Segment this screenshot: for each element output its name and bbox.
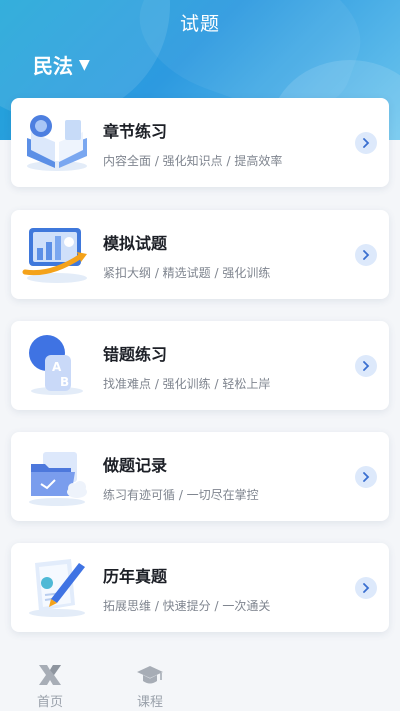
card-title: 做题记录 [103, 456, 168, 475]
svg-text:A: A [52, 360, 62, 374]
card-description: 找准难点 / 强化训练 / 轻松上岸 [103, 377, 271, 391]
open-book-icon [27, 115, 87, 171]
folder-cloud-icon [29, 452, 87, 506]
card-description: 内容全面 / 强化知识点 / 提高效率 [103, 154, 283, 168]
page-title: 试题 [179, 13, 220, 35]
chart-board-icon [22, 228, 87, 283]
tab-home-label: 首页 [36, 695, 63, 710]
card-title: 错题练习 [103, 345, 168, 364]
ab-cards-icon: A B [29, 335, 83, 395]
subject-label: 民法 [33, 54, 73, 78]
chevron-right-icon[interactable] [355, 466, 377, 488]
paper-pen-icon [29, 559, 85, 617]
graduation-cap-icon [137, 666, 163, 684]
bottom-tab-bar: 首页 课程 [0, 652, 400, 711]
chevron-right-icon[interactable] [355, 355, 377, 377]
card-title: 章节练习 [103, 122, 168, 141]
card-chapter-practice[interactable]: 章节练习 内容全面 / 强化知识点 / 提高效率 [11, 98, 389, 187]
tab-home[interactable]: 首页 [20, 662, 80, 710]
caret-down-icon: ▼ [79, 56, 90, 73]
chevron-right-icon[interactable] [355, 577, 377, 599]
svg-text:B: B [60, 375, 69, 389]
card-past-exams[interactable]: 历年真题 拓展思维 / 快速提分 / 一次通关 [11, 543, 389, 632]
chevron-right-icon[interactable] [355, 244, 377, 266]
card-mock-exam[interactable]: 模拟试题 紧扣大纲 / 精选试题 / 强化训练 [11, 210, 389, 299]
card-description: 紧扣大纲 / 精选试题 / 强化训练 [103, 266, 271, 280]
card-wrong-questions[interactable]: A B 错题练习 找准难点 / 强化训练 / 轻松上岸 [11, 321, 389, 410]
chevron-right-icon[interactable] [355, 132, 377, 154]
card-title: 模拟试题 [103, 234, 168, 253]
tab-courses-label: 课程 [136, 695, 163, 710]
card-title: 历年真题 [103, 567, 168, 586]
card-practice-records[interactable]: 做题记录 练习有迹可循 / 一切尽在掌控 [11, 432, 389, 521]
card-description: 拓展思维 / 快速提分 / 一次通关 [103, 599, 271, 613]
home-x-logo-icon [39, 665, 61, 685]
subject-selector[interactable]: 民法 ▼ [33, 50, 90, 79]
tab-courses[interactable]: 课程 [120, 662, 180, 710]
card-description: 练习有迹可循 / 一切尽在掌控 [103, 488, 259, 502]
